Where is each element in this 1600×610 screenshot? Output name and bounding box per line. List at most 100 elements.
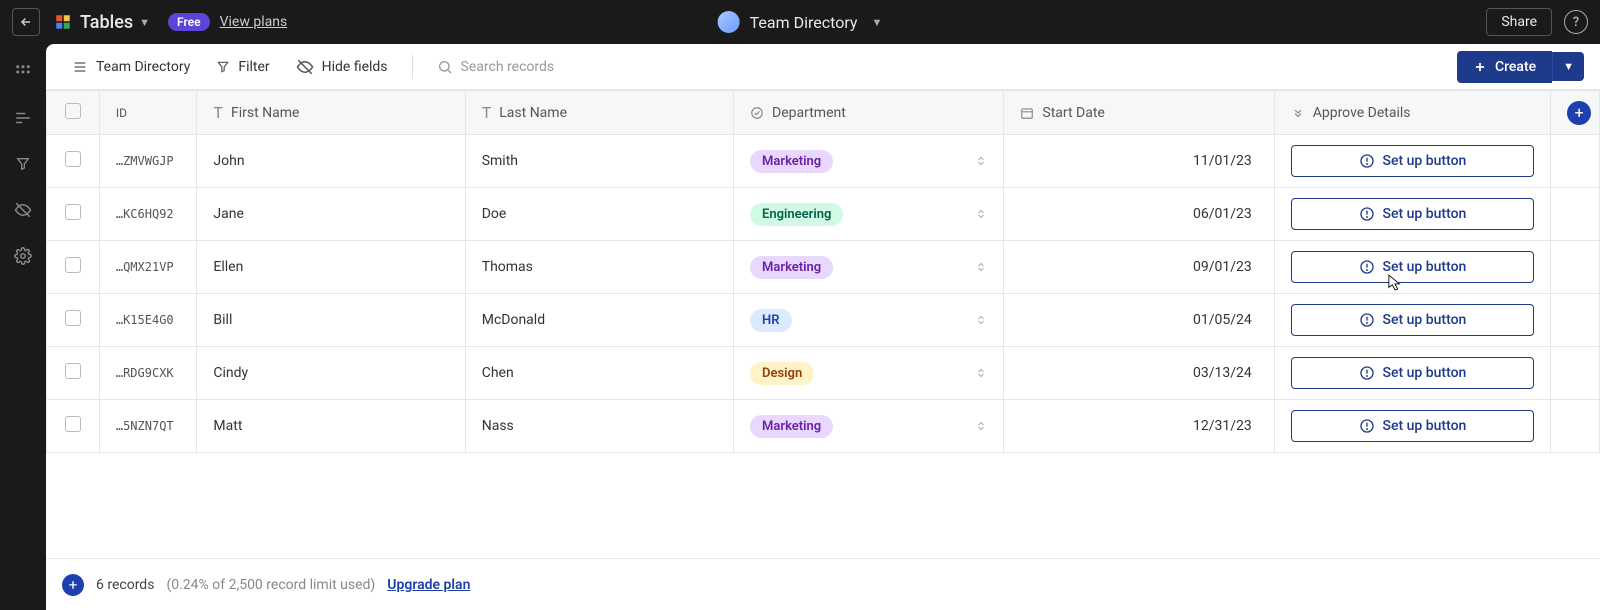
cell-approve: Set up button (1274, 135, 1550, 188)
search-input[interactable] (461, 59, 621, 75)
text-type-icon: T (213, 103, 223, 122)
dept-sort-icon[interactable] (975, 366, 987, 380)
view-selector[interactable]: Team Directory (62, 53, 200, 81)
cell-id: …K15E4G0 (99, 294, 197, 347)
cell-id: …ZMVWGJP (99, 135, 197, 188)
cell-approve: Set up button (1274, 294, 1550, 347)
data-table: ID TFirst Name TLast Name Department Sta… (46, 90, 1600, 453)
cell-first[interactable]: Ellen (197, 241, 465, 294)
col-id-label: ID (116, 106, 127, 120)
cell-date[interactable]: 12/31/23 (1004, 400, 1274, 453)
dept-sort-icon[interactable] (975, 260, 987, 274)
col-last-label: Last Name (499, 105, 567, 121)
footer: + 6 records (0.24% of 2,500 record limit… (46, 558, 1600, 610)
hide-fields-button[interactable]: Hide fields (286, 52, 398, 82)
view-name: Team Directory (96, 59, 190, 75)
create-button[interactable]: Create (1457, 51, 1552, 83)
cell-first[interactable]: Jane (197, 188, 465, 241)
cell-last[interactable]: Chen (465, 347, 733, 400)
col-date-label: Start Date (1042, 105, 1104, 121)
row-checkbox[interactable] (47, 241, 100, 294)
col-dept-label: Department (772, 105, 846, 121)
setup-button[interactable]: Set up button (1291, 145, 1534, 177)
cell-date[interactable]: 01/05/24 (1004, 294, 1274, 347)
free-badge: Free (168, 13, 210, 31)
cell-first[interactable]: John (197, 135, 465, 188)
create-caret-button[interactable]: ▼ (1552, 52, 1584, 81)
setup-button[interactable]: Set up button (1291, 357, 1534, 389)
cell-dept[interactable]: Marketing (734, 241, 1004, 294)
cell-last[interactable]: Nass (465, 400, 733, 453)
cell-date[interactable]: 09/01/23 (1004, 241, 1274, 294)
cell-id: …QMX21VP (99, 241, 197, 294)
date-type-icon (1020, 106, 1034, 120)
cell-dept[interactable]: Marketing (734, 400, 1004, 453)
doc-title-group[interactable]: Team Directory ▼ (718, 11, 883, 33)
table-row[interactable]: …K15E4G0BillMcDonaldHR01/05/24 Set up but… (47, 294, 1600, 347)
upgrade-link[interactable]: Upgrade plan (387, 577, 470, 593)
table-row[interactable]: …5NZN7QTMattNassMarketing12/31/23Set up … (47, 400, 1600, 453)
dept-sort-icon[interactable] (975, 207, 987, 221)
avatar (718, 11, 740, 33)
row-checkbox[interactable] (47, 188, 100, 241)
topbar: Tables ▼ Free View plans Team Directory … (0, 0, 1600, 44)
filter-button[interactable]: Filter (206, 53, 279, 81)
cell-dept[interactable]: Marketing (734, 135, 1004, 188)
cell-first[interactable]: Matt (197, 400, 465, 453)
share-button[interactable]: Share (1486, 8, 1552, 36)
cell-first[interactable]: Cindy (197, 347, 465, 400)
setup-button[interactable]: Set up button (1291, 198, 1534, 230)
row-checkbox[interactable] (47, 347, 100, 400)
table-row[interactable]: …KC6HQ92JaneDoeEngineering06/01/23 Set up… (47, 188, 1600, 241)
search-wrap (427, 53, 631, 81)
cell-dept[interactable]: Engineering (734, 188, 1004, 241)
table-row[interactable]: …RDG9CXKCindyChenDesign03/13/24 Set up bu… (47, 347, 1600, 400)
cell-last[interactable]: Smith (465, 135, 733, 188)
cell-id: …KC6HQ92 (99, 188, 197, 241)
row-checkbox[interactable] (47, 400, 100, 453)
cell-date[interactable]: 06/01/23 (1004, 188, 1274, 241)
setup-button[interactable]: Set up button (1291, 410, 1534, 442)
divider (412, 55, 413, 79)
table-row[interactable]: …ZMVWGJPJohnSmithMarketing11/01/23 Set up… (47, 135, 1600, 188)
app-name[interactable]: Tables (80, 12, 133, 33)
header-row: ID TFirst Name TLast Name Department Sta… (47, 91, 1600, 135)
table-wrap: ID TFirst Name TLast Name Department Sta… (46, 90, 1600, 558)
row-checkbox[interactable] (47, 135, 100, 188)
row-checkbox[interactable] (47, 294, 100, 347)
apps-icon[interactable] (13, 62, 33, 82)
cell-last[interactable]: McDonald (465, 294, 733, 347)
record-count: 6 records (96, 577, 154, 593)
cell-id: …RDG9CXK (99, 347, 197, 400)
cell-last[interactable]: Thomas (465, 241, 733, 294)
app-caret-icon[interactable]: ▼ (139, 16, 150, 29)
table-row[interactable]: …QMX21VPEllenThomasMarketing09/01/23 Set … (47, 241, 1600, 294)
col-approve-label: Approve Details (1313, 105, 1411, 121)
cell-date[interactable]: 11/01/23 (1004, 135, 1274, 188)
view-plans-link[interactable]: View plans (220, 14, 288, 30)
add-column-button[interactable]: + (1567, 101, 1591, 125)
cell-approve: Set up button (1274, 400, 1550, 453)
back-button[interactable] (12, 8, 40, 36)
filter-rail-icon[interactable] (13, 154, 33, 174)
settings-icon[interactable] (13, 246, 33, 266)
dept-sort-icon[interactable] (975, 313, 987, 327)
doc-caret-icon[interactable]: ▼ (871, 16, 882, 29)
cell-first[interactable]: Bill (197, 294, 465, 347)
cell-dept[interactable]: HR (734, 294, 1004, 347)
flow-icon[interactable] (13, 108, 33, 128)
cell-date[interactable]: 03/13/24 (1004, 347, 1274, 400)
add-row-button[interactable]: + (62, 574, 84, 596)
cell-last[interactable]: Doe (465, 188, 733, 241)
cell-approve: Set up button (1274, 241, 1550, 294)
select-type-icon (750, 106, 764, 120)
header-checkbox[interactable] (47, 91, 100, 135)
cell-dept[interactable]: Design (734, 347, 1004, 400)
dept-sort-icon[interactable] (975, 419, 987, 433)
setup-button[interactable]: Set up button (1291, 304, 1534, 336)
setup-button[interactable]: Set up button (1291, 251, 1534, 283)
hide-rail-icon[interactable] (13, 200, 33, 220)
dept-sort-icon[interactable] (975, 154, 987, 168)
button-type-icon (1291, 106, 1305, 120)
help-icon[interactable]: ? (1564, 10, 1588, 34)
